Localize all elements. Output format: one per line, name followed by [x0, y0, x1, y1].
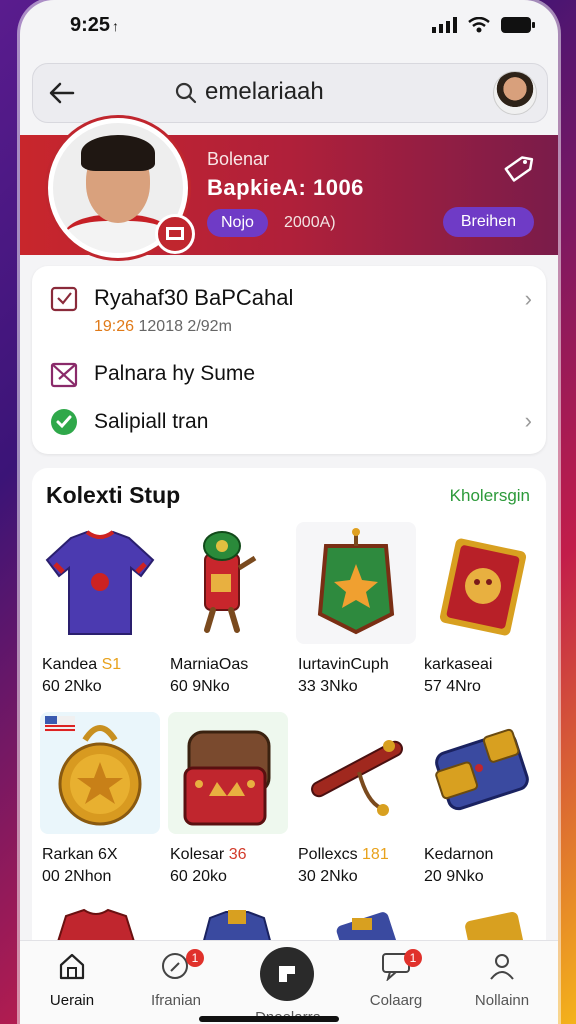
check-circle-icon	[48, 406, 80, 438]
banner-icon	[296, 522, 416, 644]
profile-name: BapkieA: 1006	[207, 175, 364, 200]
item-name: Kolesar 36	[170, 846, 247, 863]
search-input[interactable]: emelariaah	[205, 78, 324, 106]
info-row-main[interactable]: Ryahaf30 BaPCahal	[48, 282, 293, 314]
info-row-meta: 19:26 12018 2/92m	[94, 318, 232, 335]
battery-icon	[500, 16, 536, 39]
item-price: 60 2Nko	[42, 678, 102, 695]
team-badge-icon	[155, 214, 195, 254]
collection-item[interactable]: Rarkan 6X 00 2Nhon	[36, 708, 164, 888]
collection-item[interactable]: karkaseai 57 4Nro	[418, 518, 546, 698]
notification-badge: 1	[404, 949, 422, 967]
rod-icon	[296, 712, 416, 834]
profile-action-button[interactable]: Breihen	[442, 207, 534, 237]
chat-icon	[380, 953, 412, 985]
item-name: MarniaOas	[170, 656, 249, 673]
item-price: 00 2Nhon	[42, 868, 112, 885]
collection-item[interactable]: Kandea S1 60 2Nko	[36, 518, 164, 698]
wifi-icon	[468, 16, 490, 38]
tag-icon[interactable]	[502, 153, 534, 190]
nav-label: Uerain	[49, 992, 95, 1009]
home-icon	[57, 953, 87, 985]
user-icon	[487, 954, 517, 985]
profile-stat: 2000A)	[284, 214, 336, 231]
status-time: 9:25 ↑	[70, 14, 120, 36]
item-price: 20 9Nko	[424, 868, 484, 885]
backpack-icon	[168, 712, 288, 834]
nav-item-chat[interactable]: 1 Colaarg	[346, 949, 446, 1009]
info-row-status[interactable]: Salipiall tran	[48, 406, 208, 438]
collection-see-all-link[interactable]: Kholersgin	[450, 486, 530, 506]
status-bar: 9:25 ↑	[20, 0, 558, 56]
notification-badge: 1	[186, 949, 204, 967]
tube-figure-icon	[168, 522, 288, 644]
status-icons	[432, 16, 536, 39]
collection-item[interactable]: Kedarnon 20 9Nko	[418, 708, 546, 888]
nav-label: Ifranian	[150, 992, 202, 1009]
scan-icon[interactable]	[260, 947, 314, 1001]
item-price: 30 2Nko	[298, 868, 358, 885]
item-name: Rarkan 6X	[42, 846, 118, 863]
nav-item-scan[interactable]: Dnoelarra	[238, 947, 338, 1024]
nav-label: Nollainn	[474, 992, 530, 1009]
card-icon	[422, 522, 542, 644]
item-price: 60 20ko	[170, 868, 227, 885]
collection-heading: Kolexti Stup	[46, 482, 181, 508]
item-price: 33 3Nko	[298, 678, 358, 695]
phone-screen: 9:25 ↑ emelariaah Bolenar BapkieA: 1006 N…	[20, 0, 558, 1024]
search-bar[interactable]: emelariaah	[32, 63, 548, 123]
info-row-main-label: Ryahaf30 BaPCahal	[94, 285, 294, 310]
info-row-status-label: Salipiall tran	[94, 410, 209, 433]
info-card: Ryahaf30 BaPCahal 19:26 12018 2/92m › Pa…	[32, 266, 546, 454]
nav-item-explore[interactable]: 1 Ifranian	[126, 949, 226, 1009]
collection-item[interactable]: Pollexcs 181 30 2Nko	[292, 708, 420, 888]
user-avatar[interactable]	[493, 71, 537, 115]
search-icon	[174, 81, 198, 110]
collection-section: Kolexti Stup Kholersgin Kandea S1 60 2Nk…	[32, 468, 546, 948]
back-arrow-icon[interactable]	[47, 78, 77, 113]
profile-pill[interactable]: Nojo	[207, 209, 268, 237]
item-name: Pollexcs 181	[298, 846, 389, 863]
profile-subtitle: Bolenar	[207, 149, 270, 169]
info-row-secondary-label: Palnara hy Sume	[94, 362, 256, 385]
item-name: karkaseai	[424, 656, 493, 673]
item-price: 60 9Nko	[170, 678, 230, 695]
collection-item[interactable]: IurtavinCuph 33 3Nko	[292, 518, 420, 698]
info-row-secondary[interactable]: Palnara hy Sume	[48, 358, 255, 390]
search-circle-icon	[161, 953, 191, 985]
chevron-right-icon[interactable]: ›	[525, 408, 532, 434]
jersey-icon	[40, 522, 160, 644]
nav-item-home[interactable]: Uerain	[22, 951, 122, 1009]
nav-label: Colaarg	[369, 992, 423, 1009]
home-indicator	[199, 1016, 339, 1022]
chevron-right-icon[interactable]: ›	[525, 286, 532, 312]
item-price: 57 4Nro	[424, 678, 481, 695]
collection-item[interactable]: MarniaOas 60 9Nko	[164, 518, 292, 698]
nav-item-profile[interactable]: Nollainn	[452, 951, 552, 1009]
item-name: IurtavinCuph	[298, 656, 389, 673]
item-name: Kandea S1	[42, 656, 122, 673]
signal-icon	[432, 17, 458, 38]
item-name: Kedarnon	[424, 846, 494, 863]
calendar-icon	[48, 282, 80, 314]
medal-icon	[40, 712, 160, 834]
mail-check-icon	[48, 358, 80, 390]
bottom-nav: Uerain 1 Ifranian Dnoelarra 1 Colaarg	[20, 940, 558, 1024]
armband-icon	[422, 712, 542, 834]
collection-item[interactable]: Kolesar 36 60 20ko	[164, 708, 292, 888]
